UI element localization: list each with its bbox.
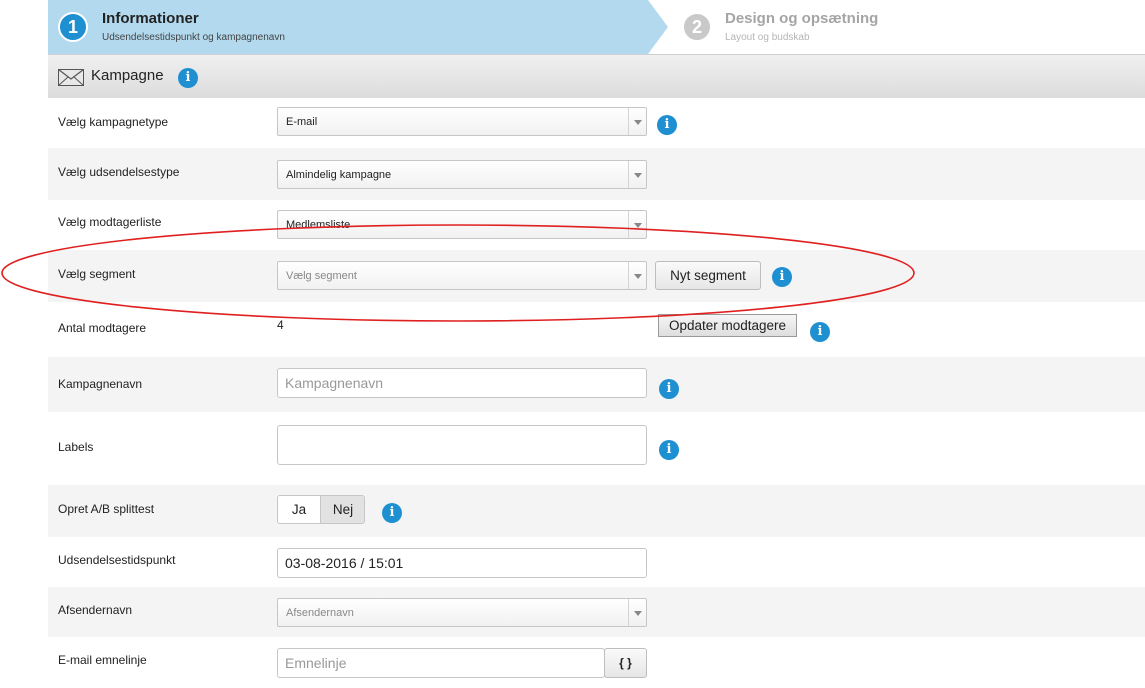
- campaign-type-select[interactable]: E-mail: [277, 107, 647, 136]
- info-icon[interactable]: i: [659, 379, 679, 399]
- row-ab-split: Opret A/B splittest Ja Nej i: [48, 485, 1145, 537]
- campaign-type-label: Vælg kampagnetype: [58, 115, 169, 129]
- segment-placeholder: Vælg segment: [286, 270, 357, 282]
- info-icon[interactable]: i: [178, 68, 198, 88]
- row-campaign-name: Kampagnenavn Kampagnenavn i: [48, 357, 1145, 412]
- ab-split-yes-button[interactable]: Ja: [278, 496, 321, 523]
- campaign-name-placeholder: Kampagnenavn: [285, 375, 384, 391]
- send-type-value: Almindelig kampagne: [286, 169, 392, 181]
- chevron-down-icon: [628, 262, 646, 289]
- send-time-input[interactable]: 03-08-2016 / 15:01: [277, 548, 647, 578]
- chevron-down-icon: [628, 599, 646, 626]
- recipient-list-label: Vælg modtagerliste: [58, 215, 162, 229]
- new-segment-button[interactable]: Nyt segment: [655, 261, 761, 290]
- step-1-number: 1: [58, 12, 88, 42]
- labels-label: Labels: [58, 440, 94, 454]
- wizard-step-1[interactable]: 1 Informationer Udsendelsestidspunkt og …: [48, 0, 648, 54]
- row-recipient-list: Vælg modtagerliste Medlemsliste: [48, 200, 1145, 250]
- recipient-count-label: Antal modtagere: [58, 321, 147, 335]
- sender-name-label: Afsendernavn: [58, 603, 133, 617]
- sender-name-select[interactable]: Afsendernavn: [277, 598, 647, 627]
- row-segment: Vælg segment Vælg segment Nyt segment i: [48, 250, 1145, 302]
- step-2-subtitle: Layout og budskab: [725, 32, 810, 43]
- section-header: Kampagne i: [48, 54, 1145, 98]
- info-icon[interactable]: i: [659, 440, 679, 460]
- send-time-value: 03-08-2016 / 15:01: [285, 555, 404, 571]
- ab-split-toggle[interactable]: Ja Nej: [277, 495, 365, 524]
- recipient-list-value: Medlemsliste: [286, 219, 351, 231]
- step-1-subtitle: Udsendelsestidspunkt og kampagnenavn: [102, 32, 285, 43]
- wizard-steps: 1 Informationer Udsendelsestidspunkt og …: [48, 0, 1145, 54]
- subject-label: E-mail emnelinje: [58, 653, 147, 667]
- campaign-type-value: E-mail: [286, 116, 318, 128]
- row-send-type: Vælg udsendelsestype Almindelig kampagne: [48, 148, 1145, 200]
- ab-split-label: Opret A/B splittest: [58, 502, 155, 516]
- chevron-down-icon: [628, 161, 646, 188]
- row-campaign-type: Vælg kampagnetype E-mail i: [48, 98, 1145, 148]
- segment-select[interactable]: Vælg segment: [277, 261, 647, 290]
- update-recipients-button[interactable]: Opdater modtagere: [658, 314, 797, 337]
- row-sender-name: Afsendernavn Afsendernavn: [48, 587, 1145, 637]
- row-recipient-count: Antal modtagere 4 Opdater modtagere i: [48, 302, 1145, 357]
- row-labels: Labels i: [48, 412, 1145, 485]
- step-1-title: Informationer: [102, 10, 199, 27]
- subject-input[interactable]: Emnelinje: [277, 648, 605, 678]
- row-send-time: Udsendelsestidspunkt 03-08-2016 / 15:01: [48, 537, 1145, 587]
- send-type-label: Vælg udsendelsestype: [58, 165, 180, 179]
- recipient-list-select[interactable]: Medlemsliste: [277, 210, 647, 239]
- envelope-icon: [58, 69, 84, 86]
- chevron-down-icon: [628, 108, 646, 135]
- merge-tags-button[interactable]: { }: [604, 648, 647, 678]
- info-icon[interactable]: i: [810, 322, 830, 342]
- campaign-name-label: Kampagnenavn: [58, 377, 143, 391]
- step-1-arrow: [648, 0, 668, 54]
- row-subject: E-mail emnelinje Emnelinje { }: [48, 637, 1145, 688]
- chevron-down-icon: [628, 211, 646, 238]
- sender-name-placeholder: Afsendernavn: [286, 607, 354, 619]
- section-title: Kampagne: [91, 67, 164, 84]
- segment-label: Vælg segment: [58, 267, 136, 281]
- step-2-title[interactable]: Design og opsætning: [725, 10, 878, 27]
- send-time-label: Udsendelsestidspunkt: [58, 553, 176, 567]
- ab-split-no-button[interactable]: Nej: [321, 496, 364, 523]
- labels-input[interactable]: [277, 425, 647, 465]
- info-icon[interactable]: i: [657, 115, 677, 135]
- step-2-number: 2: [682, 12, 712, 42]
- send-type-select[interactable]: Almindelig kampagne: [277, 160, 647, 189]
- info-icon[interactable]: i: [382, 503, 402, 523]
- subject-placeholder: Emnelinje: [285, 655, 347, 671]
- campaign-name-input[interactable]: Kampagnenavn: [277, 368, 647, 398]
- info-icon[interactable]: i: [772, 267, 792, 287]
- recipient-count-value: 4: [277, 318, 284, 332]
